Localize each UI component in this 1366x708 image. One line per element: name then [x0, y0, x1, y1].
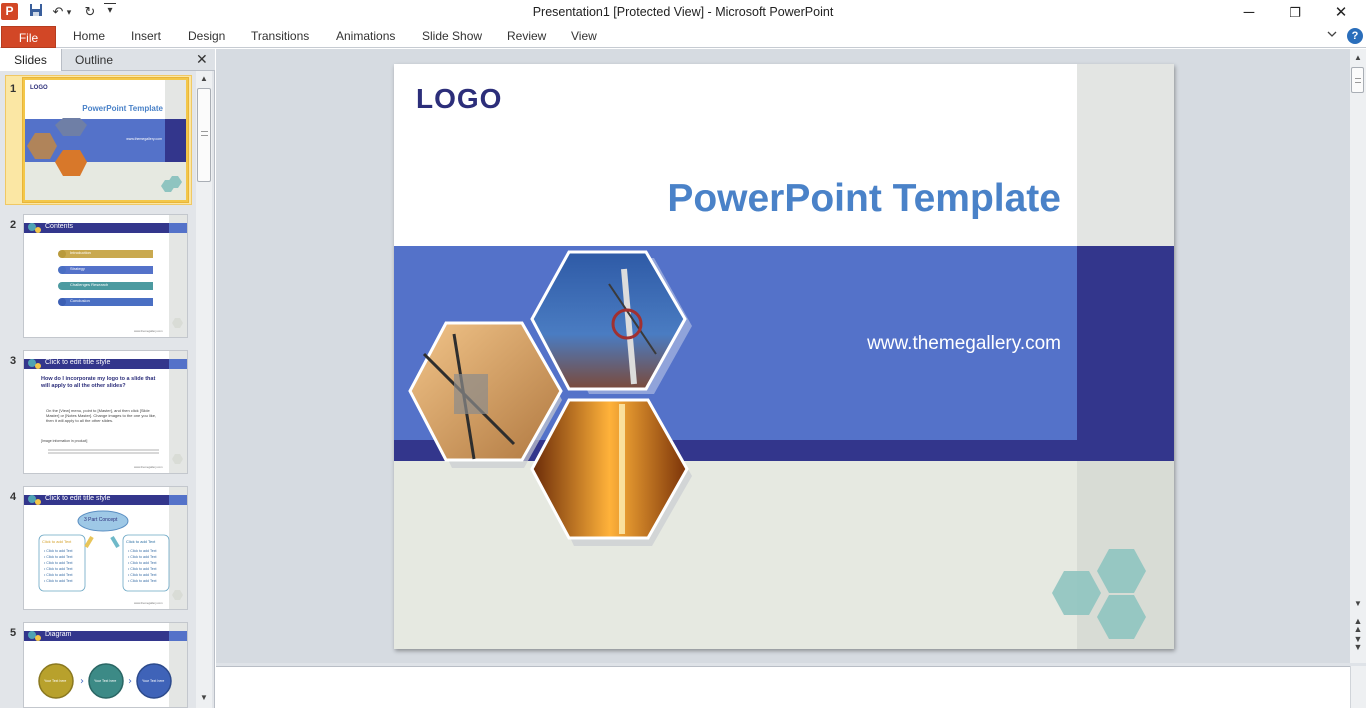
thumb-left-head: Click to add Text: [42, 539, 72, 544]
thumb-title: Diagram: [45, 631, 72, 638]
file-tab[interactable]: File: [1, 26, 56, 48]
tab-outline[interactable]: Outline: [63, 49, 125, 71]
thumb-item: Introduction: [70, 250, 91, 255]
editor-scrollbar[interactable]: ▲ ▼ ▲ ▲ ▼ ▼: [1350, 49, 1366, 663]
tab-animations[interactable]: Animations: [336, 29, 395, 43]
tab-review[interactable]: Review: [507, 29, 546, 43]
thumb-title: Contents: [45, 223, 74, 230]
svg-text:›: ›: [128, 676, 132, 687]
close-pane-icon[interactable]: ✕: [196, 51, 208, 68]
thumb-circle-text: Your Text here: [142, 679, 165, 683]
thumb-body: On the [View] menu, point to [Master], a…: [46, 408, 157, 423]
thumb-left-list: • Click to add Text • Click to add Text …: [44, 548, 73, 584]
slide-title[interactable]: PowerPoint Template: [667, 177, 1061, 221]
thumb-title: Click to edit title style: [45, 359, 111, 366]
thumb-item: Strategy: [70, 266, 85, 271]
previous-slide-icon[interactable]: ▲ ▲: [1351, 617, 1365, 634]
next-slide-icon[interactable]: ▼ ▼: [1351, 635, 1365, 652]
thumb-title: PowerPoint Template: [82, 104, 163, 113]
slide-number: 3: [10, 355, 17, 367]
scroll-thumb[interactable]: [1351, 67, 1364, 93]
tab-slides[interactable]: Slides: [0, 49, 62, 71]
main-slide[interactable]: LOGO PowerPoint Template www.themegaller…: [394, 64, 1174, 649]
grip-icon: [201, 131, 208, 136]
scroll-down-icon[interactable]: ▼: [197, 693, 211, 702]
help-icon[interactable]: ?: [1347, 28, 1363, 44]
scroll-up-icon[interactable]: ▲: [1351, 53, 1365, 62]
grip-icon: [1355, 78, 1361, 83]
thumb-right-head: Click to add Text: [126, 539, 156, 544]
scroll-up-icon[interactable]: ▲: [197, 74, 211, 83]
scroll-thumb[interactable]: [197, 88, 211, 182]
pane-tabs: Slides Outline ✕: [0, 49, 215, 71]
slide-thumbnail-3[interactable]: Click to edit title style How do I incor…: [23, 350, 188, 474]
thumb-sub: [Image information in product]: [41, 439, 88, 443]
tab-home[interactable]: Home: [73, 29, 105, 43]
tab-design[interactable]: Design: [188, 29, 225, 43]
ribbon-tab-bar: File Home Insert Design Transitions Anim…: [0, 26, 1366, 48]
tab-insert[interactable]: Insert: [131, 29, 161, 43]
slide-logo[interactable]: LOGO: [416, 83, 502, 115]
thumb-item: Conclusion: [70, 298, 90, 303]
slides-pane-scrollbar[interactable]: ▲ ▼: [196, 71, 212, 708]
tab-transitions[interactable]: Transitions: [251, 29, 309, 43]
svg-text:›: ›: [80, 676, 84, 687]
restore-button[interactable]: ❐: [1272, 0, 1318, 26]
slide-number: 5: [10, 627, 17, 639]
slide-thumbnail-4[interactable]: Click to edit title style 3 Part Concept…: [23, 486, 188, 610]
close-button[interactable]: ✕: [1318, 0, 1364, 26]
thumb-right-list: • Click to add Text • Click to add Text …: [128, 548, 157, 584]
thumb-footer: www.themegallery.com: [134, 601, 163, 605]
thumb-item: Challenges Research: [70, 282, 109, 287]
thumb-title: Click to edit title style: [45, 495, 111, 502]
thumb-concept: 3 Part Concept: [84, 517, 118, 523]
slide-number: 4: [10, 491, 17, 503]
tab-slide-show[interactable]: Slide Show: [422, 29, 482, 43]
slide-number: 2: [10, 219, 17, 231]
notes-pane[interactable]: [216, 666, 1350, 708]
slides-pane: Slides Outline ✕ 1 LOGO PowerPoint Templ…: [0, 49, 215, 708]
thumb-list-line: • Click to add Text: [44, 579, 73, 583]
slide-thumbnail-2-art: [24, 215, 187, 337]
thumb-bullet: How do I incorporate my logo to a slide …: [41, 376, 156, 389]
window-title: Presentation1 [Protected View] - Microso…: [532, 5, 834, 19]
tab-view[interactable]: View: [571, 29, 597, 43]
thumb-footer: www.themegallery.com: [134, 465, 163, 469]
slide-thumbnail-1[interactable]: LOGO PowerPoint Template www.themegaller…: [23, 78, 188, 202]
notes-scrollbar[interactable]: [1350, 666, 1366, 708]
scroll-down-icon[interactable]: ▼: [1351, 599, 1365, 608]
thumb-logo: LOGO: [30, 85, 48, 91]
thumb-circle-text: Your Text here: [44, 679, 67, 683]
minimize-button[interactable]: ─: [1226, 0, 1272, 26]
slide-thumbnail-2[interactable]: Contents Introduction Strategy Challenge…: [23, 214, 188, 338]
thumb-footer: www.themegallery.com: [134, 329, 163, 333]
slide-url[interactable]: www.themegallery.com: [867, 333, 1061, 355]
thumb-url: www.themegallery.com: [126, 137, 162, 141]
thumb-list-line: • Click to add Text: [128, 579, 157, 583]
title-bar: P ↶ ▾ ↻ ▾ Presentation1 [Protected View]…: [0, 0, 1366, 26]
thumb-circle-text: Your Text here: [94, 679, 117, 683]
slide-number: 1: [10, 83, 17, 95]
minimize-ribbon-icon[interactable]: [1327, 30, 1337, 41]
slide-background-art: [394, 64, 1174, 649]
slide-thumbnail-5[interactable]: › › Diagram Your Text here Your Text her…: [23, 622, 188, 708]
